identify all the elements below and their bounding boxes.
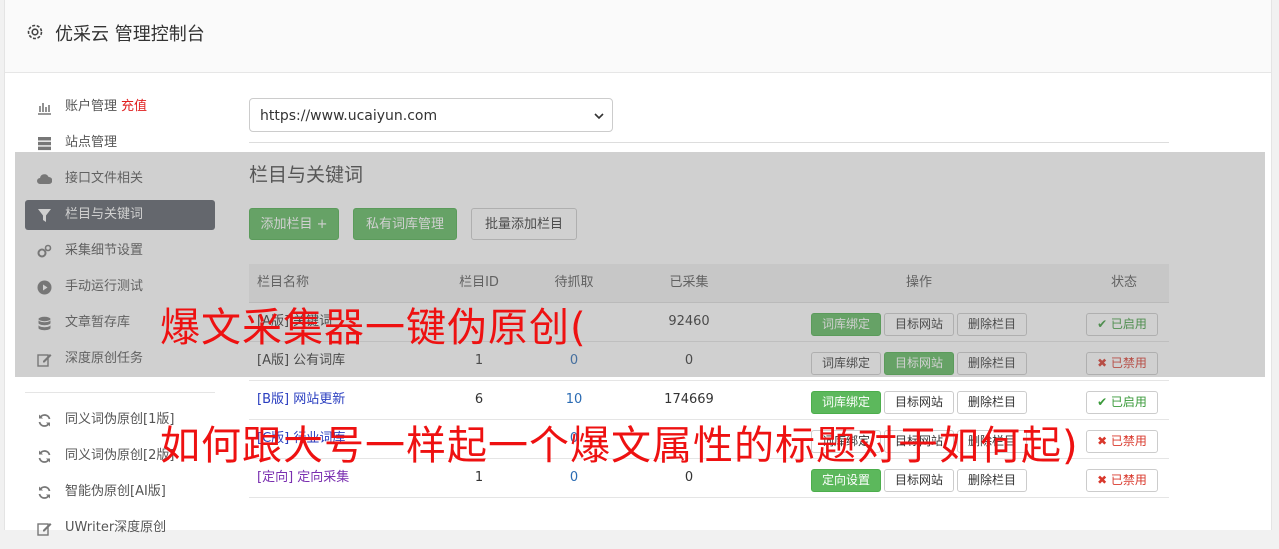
watermark-line-1: 爆文采集器一键伪原创( [160,305,587,351]
sidebar-item-label: 智能伪原创[AI版] [65,484,166,499]
site-select[interactable]: https://www.ucaiyun.com [249,98,613,132]
chevron-down-icon [594,113,604,120]
sidebar-item-account[interactable]: 账户管理 充值 [25,92,215,122]
site-select-value: https://www.ucaiyun.com [260,108,438,124]
lexicon-bind-button[interactable]: 词库绑定 [811,391,881,414]
server-icon [38,137,51,151]
sidebar-item-label: 站点管理 [65,135,118,150]
status-badge[interactable]: ✖ 已禁用 [1086,430,1158,453]
divider [249,142,1169,143]
edit-icon [37,523,52,536]
bar-chart-icon [38,103,51,115]
sidebar-item-uwriter[interactable]: UWriter深度原创 [25,513,215,543]
target-site-button[interactable]: 目标网站 [884,391,954,414]
watermark-line-2: 如何跟大号一样起一个爆文属性的标题对于如何起) [160,423,1079,469]
delete-column-button[interactable]: 删除栏目 [957,391,1027,414]
target-site-button[interactable]: 目标网站 [884,469,954,492]
sidebar-item-label: UWriter深度原创 [65,520,167,535]
status-badge[interactable]: ✖ 已禁用 [1086,469,1158,492]
sidebar-item-label: 同义词伪原创[2版] [65,448,175,463]
sidebar-divider [25,392,215,393]
sidebar-item-label: 账户管理 [65,99,118,114]
gear-icon [27,24,43,40]
status-badge[interactable]: ✔ 已启用 [1086,391,1158,414]
page-header: 优采云 管理控制台 [5,0,1271,73]
sidebar-item-label: 同义词伪原创[1版] [65,412,175,427]
refresh-icon [38,414,51,427]
delete-column-button[interactable]: 删除栏目 [957,469,1027,492]
refresh-icon [38,486,51,499]
refresh-icon [38,450,51,463]
page-title: 优采云 管理控制台 [55,24,205,45]
sidebar-item-ai-original[interactable]: 智能伪原创[AI版] [25,477,215,507]
recharge-link[interactable]: 充值 [121,99,147,114]
directed-settings-button[interactable]: 定向设置 [811,469,881,492]
